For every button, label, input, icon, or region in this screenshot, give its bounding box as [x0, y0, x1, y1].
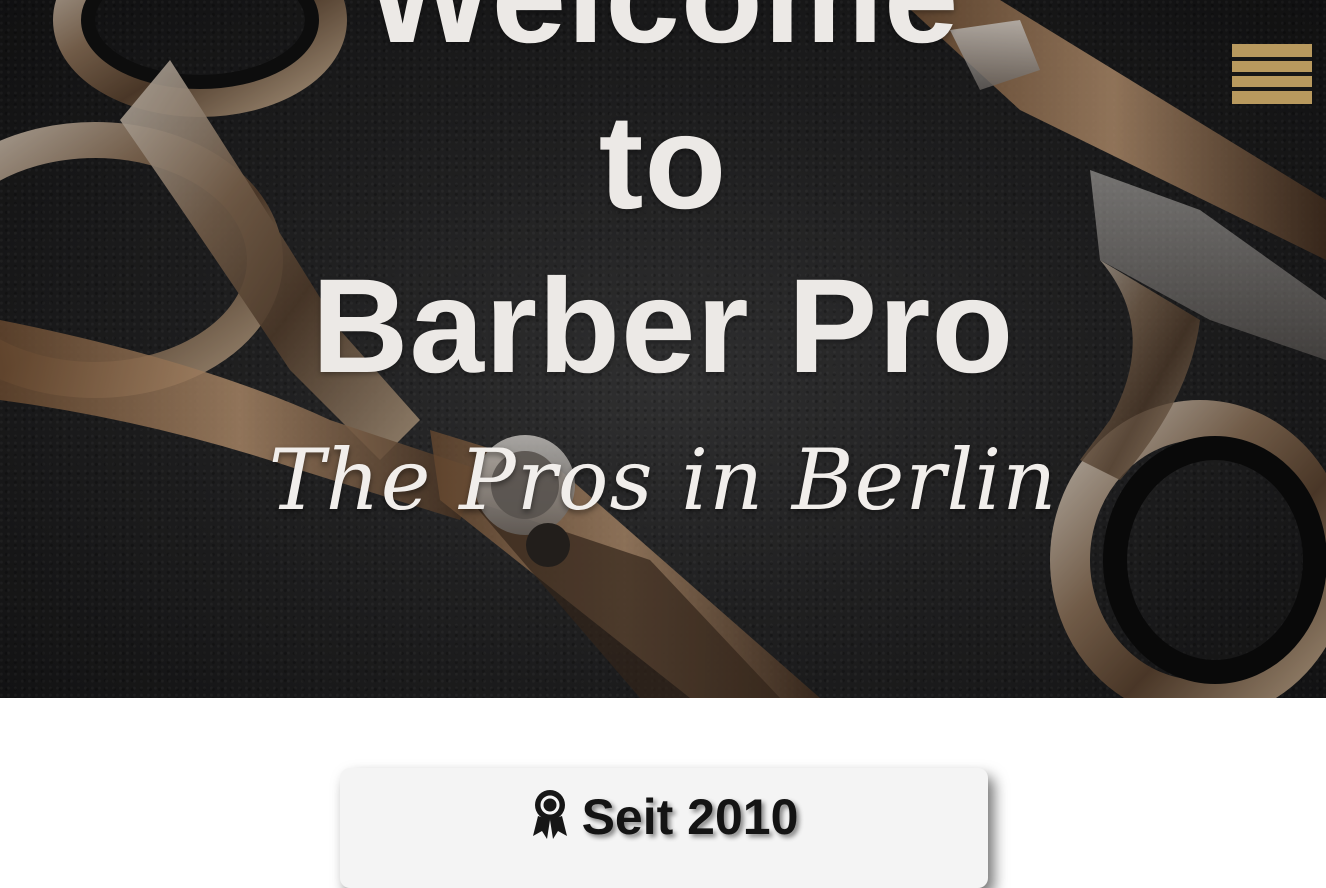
since-card: Seit 2010 [340, 768, 988, 888]
hero-title-line-1: Welcome [0, 0, 1326, 64]
since-card-label: Seit 2010 [581, 789, 799, 845]
menu-icon-bar [1232, 87, 1312, 91]
hero-title-line-3: Barber Pro [311, 252, 1015, 401]
award-ribbon-icon [532, 790, 567, 839]
hero-section: Welcome to Barber Pro The Pros in Berlin [0, 0, 1326, 698]
since-card-heading: Seit 2010 [340, 788, 988, 846]
hero-title-line-2: to [598, 88, 728, 237]
hero-tagline: The Pros in Berlin [268, 431, 1058, 529]
hamburger-menu-button[interactable] [1232, 44, 1312, 104]
hamburger-menu-icon [1232, 57, 1312, 61]
menu-icon-bar [1232, 72, 1312, 76]
